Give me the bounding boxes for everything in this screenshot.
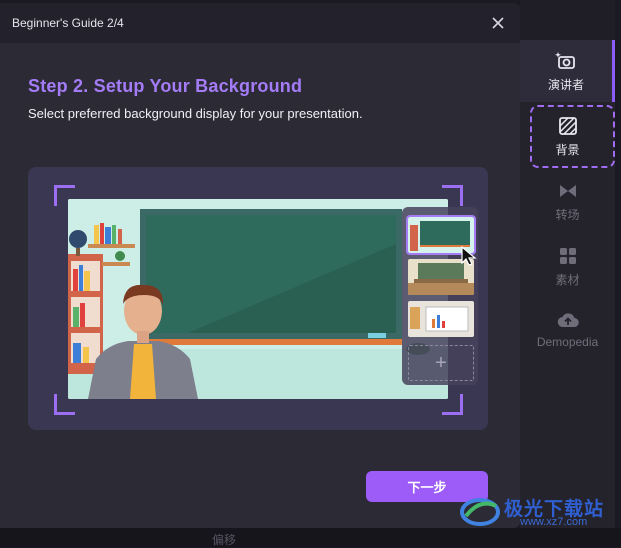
dialog-title: Beginner's Guide 2/4 — [12, 16, 124, 30]
background-picker: + — [402, 207, 478, 385]
mouse-cursor-icon — [461, 245, 477, 266]
background-thumb-whiteboard[interactable] — [408, 301, 474, 337]
camera-sparkle-icon — [555, 50, 577, 72]
grid-icon — [557, 245, 579, 267]
bottom-bar-label: 偏移 — [212, 533, 237, 547]
aurora-logo-icon — [460, 498, 500, 526]
guide-highlight-box — [530, 105, 615, 168]
sidebar-item-demopedia[interactable]: Demopedia — [520, 298, 615, 360]
sidebar-item-presenter[interactable]: 演讲者 — [520, 40, 615, 102]
sidebar-item-label: 演讲者 — [547, 77, 584, 92]
preview-panel: + — [28, 167, 488, 430]
cloud-upload-icon — [557, 309, 579, 331]
watermark: 极光下载站 www.xz7.com — [458, 494, 618, 528]
add-background-button[interactable]: + — [408, 345, 474, 381]
beginners-guide-dialog: Beginner's Guide 2/4 Step 2. Setup Your … — [0, 3, 520, 528]
close-button[interactable] — [488, 13, 508, 33]
sidebar-item-assets[interactable]: 素材 — [520, 235, 615, 297]
close-icon — [492, 17, 504, 29]
transition-icon — [557, 180, 579, 202]
app-sidebar: 演讲者 背景 转场 素材 Demopedia — [520, 0, 615, 547]
classroom-illustration — [68, 199, 448, 399]
sidebar-item-label: 素材 — [555, 272, 580, 287]
step-title: Step 2. Setup Your Background — [28, 76, 303, 96]
bottom-bar: 偏移 — [0, 528, 621, 547]
sidebar-top-strip — [520, 0, 615, 40]
sidebar-item-label: 转场 — [555, 207, 580, 222]
watermark-url: www.xz7.com — [520, 516, 588, 528]
classroom-scene-preview — [68, 199, 448, 399]
sidebar-item-transition[interactable]: 转场 — [520, 170, 615, 232]
sidebar-item-label: Demopedia — [536, 335, 599, 349]
plus-icon: + — [435, 351, 447, 374]
step-description: Select preferred background display for … — [28, 106, 363, 121]
dialog-header: Beginner's Guide 2/4 — [0, 3, 520, 43]
